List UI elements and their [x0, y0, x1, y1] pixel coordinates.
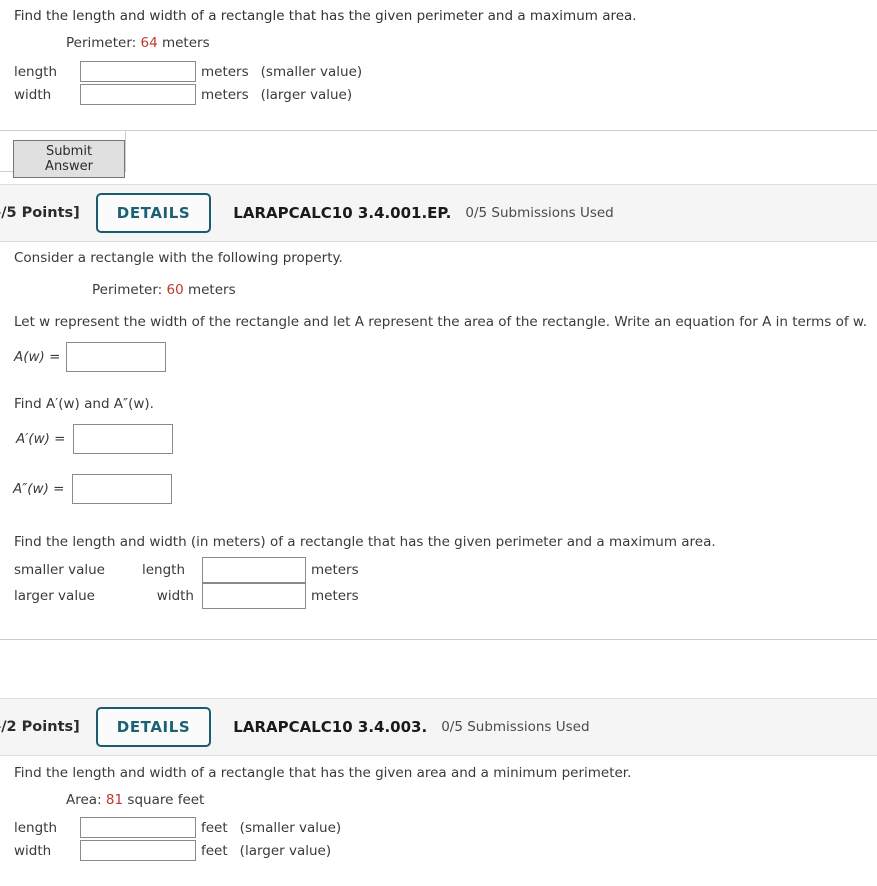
problem-3-details-button[interactable]: DETAILS: [95, 707, 212, 747]
answer-row-width: width meters (larger value): [14, 83, 362, 106]
width-label: width: [14, 842, 52, 859]
larger-value-label: larger value: [14, 588, 95, 604]
final-length-unit: meters: [311, 562, 359, 578]
width-input[interactable]: [80, 84, 196, 105]
problem-2-header: –/5 Points] DETAILS LARAPCALC10 3.4.001.…: [0, 184, 877, 242]
problem-top-given: Perimeter: 64 meters: [0, 34, 210, 52]
problem-2-submissions: 0/5 Submissions Used: [465, 205, 614, 221]
final-width-label: width: [156, 588, 194, 604]
problem-2-points: –/5 Points]: [0, 205, 80, 221]
given-value: 60: [166, 282, 184, 298]
final-row-larger: larger value width meters: [14, 583, 359, 609]
final-width-unit: meters: [311, 588, 359, 604]
problem-2-code: LARAPCALC10 3.4.001.EP.: [233, 204, 452, 222]
submit-tab: Submit Answer: [0, 130, 126, 178]
length-note: (smaller value): [239, 819, 342, 836]
problem-2-details-button[interactable]: DETAILS: [95, 193, 212, 233]
final-length-input[interactable]: [202, 557, 306, 583]
problem-3-points: –/2 Points]: [0, 719, 80, 735]
homework-page: Find the length and width of a rectangle…: [0, 0, 877, 886]
problem-top-prompt: Find the length and width of a rectangle…: [14, 8, 637, 24]
width-input[interactable]: [80, 840, 196, 861]
final-row-smaller: smaller value length meters: [14, 557, 359, 583]
problem-2-given: Perimeter: 60 meters: [92, 281, 236, 299]
given-value: 81: [105, 792, 124, 808]
length-input[interactable]: [80, 61, 196, 82]
problem-2-second-derivative-row: A″(w) =: [13, 474, 173, 504]
problem-3-given: Area: 81 square feet: [66, 791, 204, 809]
problem-3-code: LARAPCALC10 3.4.003.: [233, 718, 428, 736]
first-derivative-label: A′(w) =: [16, 431, 66, 447]
problem-3-prompt: Find the length and width of a rectangle…: [14, 765, 632, 781]
width-unit: meters: [201, 86, 249, 103]
width-label: width: [14, 86, 52, 103]
second-derivative-label: A″(w) =: [13, 481, 65, 497]
given-unit: square feet: [127, 792, 205, 808]
problem-top-answer-table: length meters (smaller value) width mete…: [14, 60, 362, 106]
problem-2-first-derivative-row: A′(w) =: [16, 424, 174, 454]
answer-row-length: length meters (smaller value): [14, 60, 362, 83]
given-unit: meters: [161, 35, 210, 51]
answer-row-width: width feet (larger value): [14, 839, 341, 862]
problem-3-answer-table: length feet (smaller value) width feet (…: [14, 816, 341, 862]
problem-2-area-row: A(w) =: [14, 342, 167, 372]
smaller-value-label: smaller value: [14, 562, 105, 578]
width-note: (larger value): [239, 842, 332, 859]
problem-3-submissions: 0/5 Submissions Used: [441, 719, 590, 735]
area-function-input[interactable]: [66, 342, 167, 372]
problem-2-derivative-prompt: Find A′(w) and A″(w).: [14, 396, 154, 412]
submit-answer-button[interactable]: Submit Answer: [13, 140, 125, 178]
section-divider: [0, 639, 877, 640]
problem-2-final-prompt: Find the length and width (in meters) of…: [14, 534, 716, 550]
submit-tab-rule: [126, 130, 877, 131]
problem-2-setup-text: Let w represent the width of the rectang…: [14, 314, 867, 330]
area-function-label: A(w) =: [14, 349, 61, 365]
length-note: (smaller value): [260, 63, 363, 80]
given-label: Area:: [66, 792, 102, 808]
length-unit: feet: [201, 819, 228, 836]
final-width-input[interactable]: [202, 583, 306, 609]
given-label: Perimeter:: [92, 282, 163, 298]
answer-row-length: length feet (smaller value): [14, 816, 341, 839]
second-derivative-input[interactable]: [72, 474, 173, 504]
problem-3-header: –/2 Points] DETAILS LARAPCALC10 3.4.003.…: [0, 698, 877, 756]
length-input[interactable]: [80, 817, 196, 838]
final-length-label: length: [142, 562, 186, 578]
width-note: (larger value): [260, 86, 353, 103]
given-value: 64: [140, 35, 158, 51]
length-label: length: [14, 819, 58, 836]
first-derivative-input[interactable]: [73, 424, 174, 454]
problem-2-intro: Consider a rectangle with the following …: [14, 250, 343, 266]
given-label: Perimeter:: [66, 35, 137, 51]
submit-answer-tab-area: Submit Answer: [0, 130, 877, 180]
length-label: length: [14, 63, 58, 80]
given-unit: meters: [187, 282, 236, 298]
problem-2-final-table: smaller value length meters larger value…: [14, 557, 359, 609]
length-unit: meters: [201, 63, 249, 80]
width-unit: feet: [201, 842, 228, 859]
